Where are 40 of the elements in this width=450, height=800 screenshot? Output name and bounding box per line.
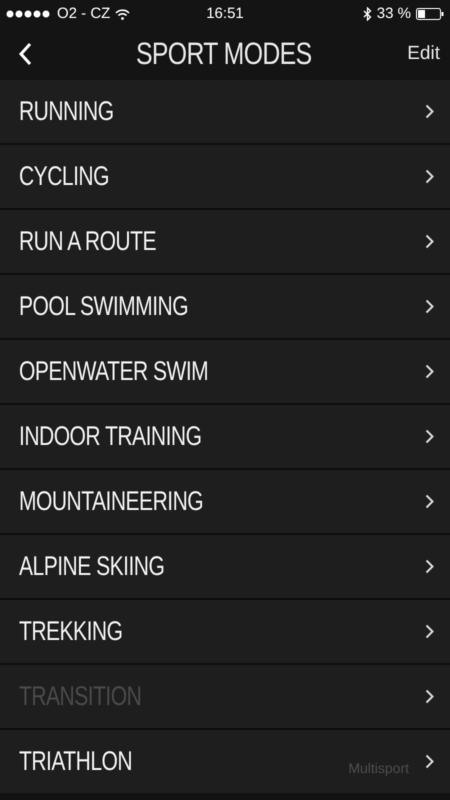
signal-icon [6, 10, 52, 18]
bluetooth-icon [362, 7, 372, 21]
sport-mode-row[interactable]: RUNNING [0, 80, 450, 143]
chevron-icon [425, 689, 434, 704]
battery-icon [416, 8, 444, 20]
mode-label: POOL SWIMMING [19, 290, 188, 324]
chevron-icon [425, 104, 434, 119]
sport-mode-row[interactable]: RUN A ROUTE [0, 210, 450, 273]
chevron-icon [425, 754, 434, 769]
screen-title: SPORT MODES [136, 34, 312, 73]
edit-button[interactable]: Edit [407, 40, 440, 68]
chevron-icon [425, 299, 434, 314]
chevron-icon [425, 429, 434, 444]
battery-percent: 33 % [376, 4, 411, 24]
chevron-icon [425, 364, 434, 379]
mode-label: RUN A ROUTE [19, 225, 156, 258]
carrier-name: O2 - CZ [57, 4, 110, 24]
mode-label: MOUNTAINEERING [19, 485, 204, 518]
mode-label: ALPINE SKIING [19, 550, 164, 584]
chevron-icon [425, 169, 434, 184]
mode-label: RUNNING [19, 95, 114, 128]
clock-time: 16:51 [206, 4, 244, 24]
sport-mode-row[interactable]: CYCLING [0, 145, 450, 208]
back-icon [18, 42, 32, 66]
mode-label: OPENWATER SWIM [19, 355, 208, 388]
wifi-icon [115, 8, 130, 20]
sport-mode-row[interactable]: POOL SWIMMING [0, 275, 450, 338]
chevron-icon [425, 559, 434, 574]
mode-label: INDOOR TRAINING [19, 420, 202, 454]
sport-mode-row[interactable]: MOUNTAINEERING [0, 470, 450, 533]
chevron-icon [425, 624, 434, 639]
sport-mode-row[interactable]: OPENWATER SWIM [0, 340, 450, 403]
mode-label: TREKKING [19, 615, 122, 648]
mode-label: CYCLING [19, 160, 109, 194]
sport-mode-row[interactable]: TREKKING [0, 600, 450, 663]
chevron-icon [425, 234, 434, 249]
sport-mode-row[interactable]: ALPINE SKIING [0, 535, 450, 598]
sport-mode-row[interactable]: INDOOR TRAINING [0, 405, 450, 468]
mode-label: TRIATHLON [19, 745, 132, 778]
chevron-icon [425, 494, 434, 509]
